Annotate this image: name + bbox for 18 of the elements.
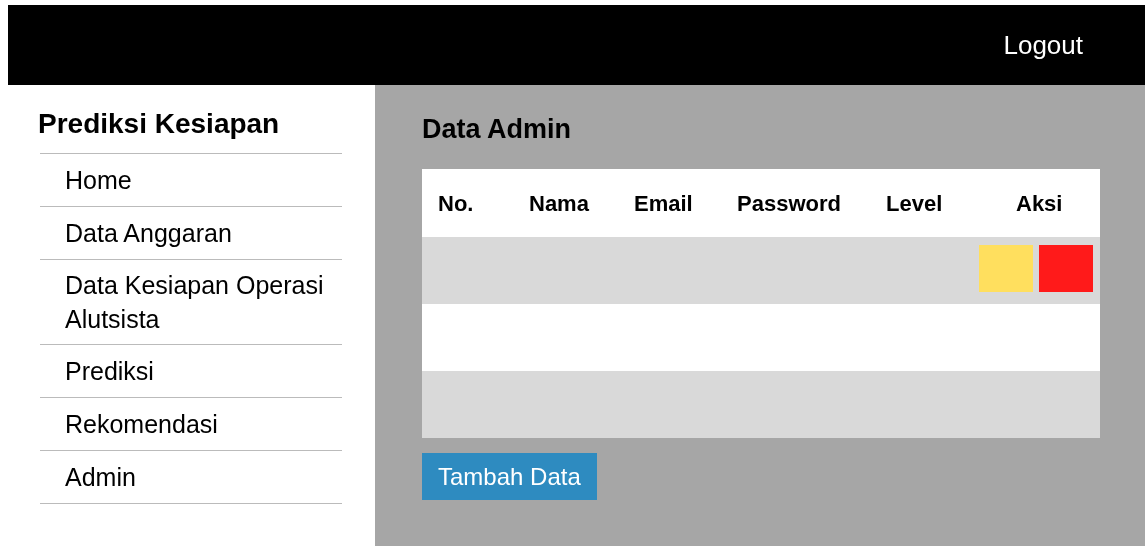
column-header: Password: [737, 189, 842, 218]
column-header: Level: [886, 189, 944, 218]
column-header: Nama: [529, 189, 590, 218]
sidebar-item[interactable]: Rekomendasi: [65, 407, 342, 441]
action-button[interactable]: [979, 245, 1033, 292]
column-header: Email: [634, 189, 694, 218]
sidebar-item[interactable]: Data Anggaran: [65, 216, 342, 250]
sidebar-title: Prediksi Kesiapan: [38, 107, 281, 141]
logout-link[interactable]: Logout: [1003, 25, 1083, 65]
column-header: No.: [438, 189, 475, 218]
sidebar-item[interactable]: Data Kesiapan Operasi Alutsista: [65, 268, 342, 336]
column-header: Aksi: [1016, 189, 1064, 218]
sidebar-item[interactable]: Prediksi: [65, 354, 342, 388]
add-data-button[interactable]: Tambah Data: [422, 453, 597, 500]
page-title: Data Admin: [422, 113, 571, 146]
sidebar-item[interactable]: Admin: [65, 460, 342, 494]
action-button[interactable]: [1039, 245, 1093, 292]
sidebar-item[interactable]: Home: [65, 163, 342, 197]
